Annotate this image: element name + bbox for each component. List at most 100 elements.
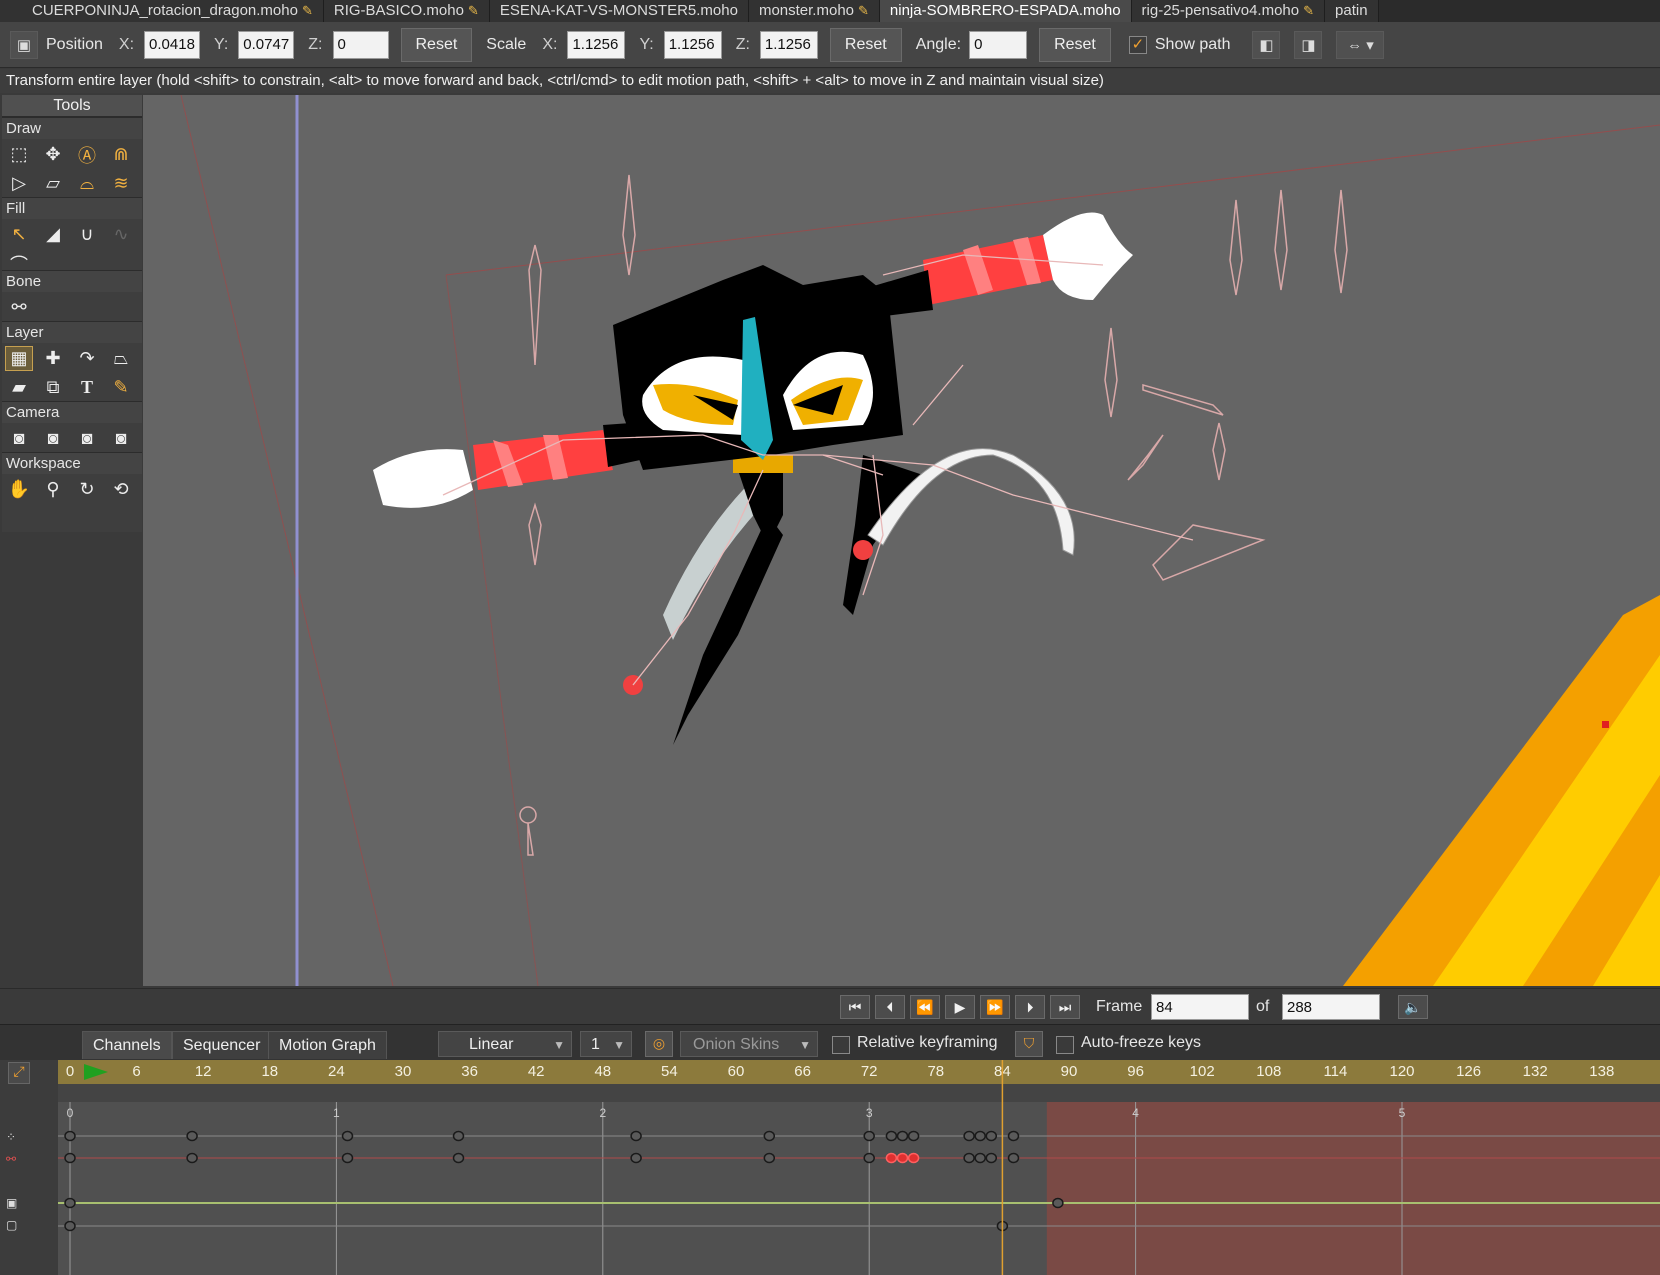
canvas-viewport[interactable] <box>143 95 1660 986</box>
set-origin-icon[interactable]: ✚ <box>39 346 67 371</box>
add-point-icon[interactable]: Ⓐ <box>73 142 101 167</box>
flip-layer-icon[interactable]: ▰ <box>5 375 33 400</box>
track-camera-icon[interactable]: ◙ <box>5 426 33 451</box>
keyframe-marker <box>974 1130 986 1142</box>
volume-icon[interactable]: 🔈 <box>1398 995 1428 1019</box>
step-back-icon[interactable]: ⏴ <box>875 995 905 1019</box>
position-z-input[interactable] <box>332 30 389 59</box>
tab-document[interactable]: monster.moho ✎ <box>748 0 880 22</box>
section-layer: Layer <box>2 321 142 343</box>
scale-x-input[interactable] <box>567 30 626 59</box>
tab-document[interactable]: ESENA-KAT-VS-MONSTER5.moho <box>489 0 749 22</box>
section-draw: Draw <box>2 117 142 139</box>
transform-layer-icon[interactable]: ▦ <box>5 346 33 371</box>
tab-document[interactable]: ninja-SOMBRERO-ESPADA.moho <box>879 0 1132 22</box>
zoom-camera-icon[interactable]: ◙ <box>39 426 67 451</box>
out-of-range-region <box>1046 1102 1660 1275</box>
tab-label: RIG-BASICO.moho <box>333 2 464 19</box>
switch-layer-icon[interactable]: ⧉ <box>39 375 67 400</box>
transform-points-icon[interactable]: ✥ <box>39 142 67 167</box>
relative-keyframing-checkbox[interactable] <box>832 1036 850 1054</box>
scale-y-input[interactable] <box>663 30 722 59</box>
shear-layer-icon[interactable]: ⏢ <box>107 346 135 371</box>
pan-tilt-camera-icon[interactable]: ◙ <box>107 426 135 451</box>
hand-icon[interactable]: ✋ <box>5 477 33 502</box>
relative-keyframing-label: Relative keyframing <box>857 1034 998 1051</box>
blob-brush-icon[interactable]: ⌓ <box>73 171 101 196</box>
scene-canvas[interactable] <box>143 95 1660 986</box>
tail <box>867 448 1075 556</box>
curvature-icon[interactable]: ⋒ <box>107 142 135 167</box>
bone-lock-icon[interactable]: ⛉ <box>1015 1031 1043 1057</box>
frame-input[interactable] <box>1151 994 1249 1020</box>
hide-edge-icon[interactable]: ∿ <box>107 222 135 247</box>
scale-z-input[interactable] <box>759 30 818 59</box>
timeline-tracks[interactable]: 0 6 12 18 24 30 36 42 48 54 60 66 72 78 84 90 96 102 108 11… <box>58 1060 1660 1275</box>
step-forward-icon[interactable]: ⏵ <box>1015 995 1045 1019</box>
timeline-panel[interactable]: ⤢ ⁘ ⚯ ▣ ▢ 0 6 12 18 24 30 36 42 48 54 60 66 72 78 84 90… <box>0 1060 1660 1275</box>
noise-icon[interactable]: ≋ <box>107 171 135 196</box>
roll-camera-icon[interactable]: ◙ <box>73 426 101 451</box>
rotate-layer-icon[interactable]: ↷ <box>73 346 101 371</box>
tab-document[interactable]: patin <box>1325 0 1379 22</box>
keyframe-marker <box>985 1130 998 1142</box>
tab-label: rig-25-pensativo4.moho <box>1141 2 1300 19</box>
onion-skin-icon[interactable]: ◎ <box>645 1031 673 1057</box>
fast-forward-icon[interactable]: ⏩ <box>980 995 1010 1019</box>
ruler-tick-label: 108 <box>1256 1063 1281 1080</box>
line-width-icon[interactable]: ∪ <box>73 222 101 247</box>
shape-icon[interactable]: ▱ <box>39 171 67 196</box>
auto-freeze-checkbox[interactable] <box>1056 1036 1074 1054</box>
second-label: 5 <box>1399 1106 1406 1120</box>
ruler-gap <box>58 1084 1660 1102</box>
select-shape-icon[interactable]: ↖ <box>5 222 33 247</box>
reset-angle-button[interactable]: Reset <box>1039 27 1111 62</box>
onion-skins-label: Onion Skins <box>693 1036 780 1053</box>
tab-sequencer[interactable]: Sequencer <box>172 1031 272 1059</box>
paint-bucket-icon[interactable]: ◢ <box>39 222 67 247</box>
tab-channels[interactable]: Channels <box>82 1031 172 1059</box>
tab-label: patin <box>1335 2 1368 19</box>
timeline-expand-icon[interactable]: ⤢ <box>8 1062 30 1084</box>
rotate-workspace-icon[interactable]: ↻ <box>73 477 101 502</box>
keyframe-marker <box>1007 1130 1020 1142</box>
flip-vertical-icon[interactable]: ◨ <box>1294 30 1323 59</box>
align-options-icon[interactable]: ⇔ ▾ <box>1336 30 1385 59</box>
layer-channel-icon: ▣ <box>6 1196 18 1210</box>
go-end-icon[interactable]: ⏭ <box>1050 995 1080 1019</box>
eyedropper-icon[interactable]: ✎ <box>107 375 135 400</box>
show-path-label: Show path <box>1154 35 1231 53</box>
zoom-icon[interactable]: ⚲ <box>39 477 67 502</box>
position-x-input[interactable] <box>144 30 201 59</box>
ruler-tick-label: 66 <box>794 1063 811 1080</box>
section-workspace: Workspace <box>2 452 142 474</box>
play-icon[interactable]: ▶ <box>945 995 975 1019</box>
interpolation-dropdown[interactable]: Linear ▼ <box>438 1031 572 1057</box>
tools-title: Tools <box>2 95 142 117</box>
select-bone-icon[interactable]: ⚯ <box>5 295 33 320</box>
keyframe-marker <box>452 1152 465 1164</box>
position-y-input[interactable] <box>238 30 295 59</box>
tab-motion-graph[interactable]: Motion Graph <box>268 1031 387 1059</box>
fast-back-icon[interactable]: ⏪ <box>910 995 940 1019</box>
ruler-tick-label: 120 <box>1389 1063 1414 1080</box>
scale-x-label: X: <box>542 35 558 53</box>
freehand-icon[interactable]: ▷ <box>5 171 33 196</box>
show-path-checkbox[interactable]: ✓ <box>1128 35 1147 54</box>
reset-scale-button[interactable]: Reset <box>829 27 902 62</box>
tab-document[interactable]: CUERPONINJA_rotacion_dragon.moho ✎ <box>0 0 324 22</box>
angle-input[interactable] <box>969 30 1028 59</box>
interval-dropdown[interactable]: 1 ▼ <box>580 1031 632 1057</box>
onion-skins-dropdown[interactable]: Onion Skins ▼ <box>680 1031 818 1057</box>
select-points-icon[interactable]: ⬚ <box>5 142 33 167</box>
keyframe-marker <box>885 1130 898 1142</box>
text-icon[interactable]: T <box>73 375 101 400</box>
total-frames-input[interactable] <box>1282 994 1380 1020</box>
orbit-workspace-icon[interactable]: ⟲ <box>107 477 135 502</box>
reset-position-button[interactable]: Reset <box>400 27 473 62</box>
flip-horizontal-icon[interactable]: ◧ <box>1252 30 1281 59</box>
tab-document[interactable]: rig-25-pensativo4.moho ✎ <box>1131 0 1326 22</box>
tab-document[interactable]: RIG-BASICO.moho ✎ <box>323 0 490 22</box>
scale-z-label: Z: <box>735 35 750 53</box>
rewind-icon[interactable]: ⏮ <box>840 995 870 1019</box>
